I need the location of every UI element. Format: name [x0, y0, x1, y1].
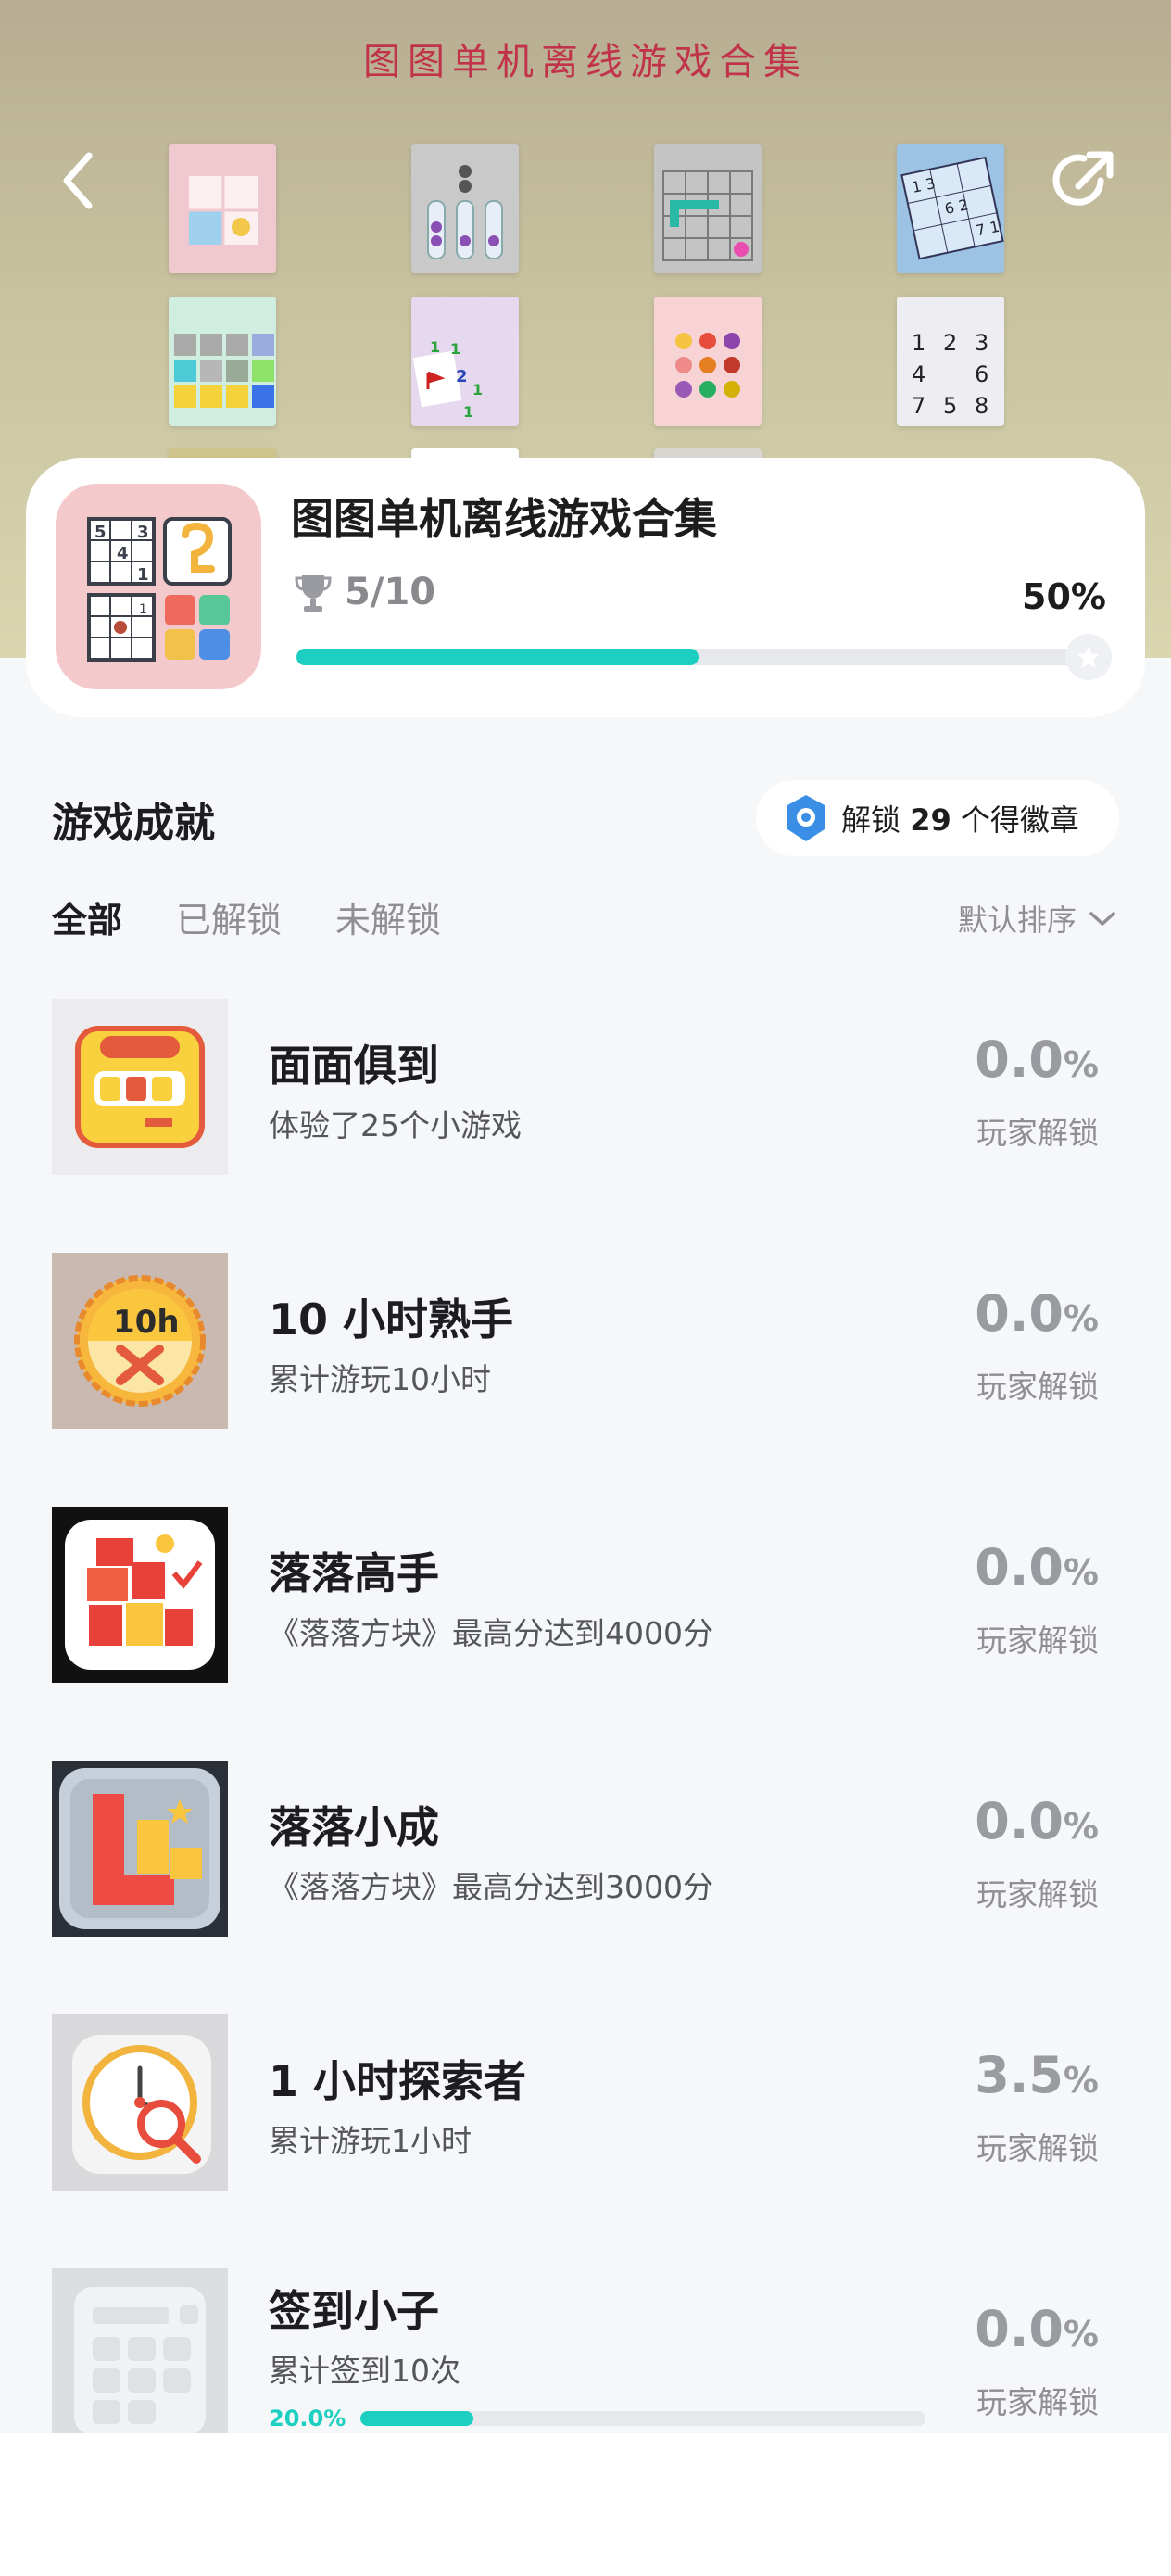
badge-icon	[787, 795, 825, 841]
unlock-rate-label: 玩家解锁	[976, 1623, 1099, 1659]
back-button[interactable]	[37, 139, 120, 222]
unlock-rate-label: 玩家解锁	[976, 1115, 1099, 1151]
achievement-item[interactable]: 1 小时探索者 累计游玩1小时 3.5% 玩家解锁	[0, 2014, 1171, 2200]
svg-text:5: 5	[94, 523, 107, 542]
tab-unlocked[interactable]: 已解锁	[176, 891, 282, 942]
unlock-rate: 0.0%	[975, 1792, 1099, 1850]
unlock-rate-label: 玩家解锁	[976, 2130, 1099, 2166]
ten-hours-badge-icon: 10h	[52, 1253, 228, 1429]
share-icon	[1052, 151, 1114, 206]
achievement-counter: 5/10	[295, 571, 435, 613]
achievement-title: 面面俱到	[269, 1041, 439, 1091]
thumbnail-number-puzzle: 1 2 3 4 6 7 5 8	[897, 297, 1004, 426]
svg-text:7: 7	[912, 393, 925, 419]
achievement-title: 落落高手	[269, 1548, 439, 1598]
filter-tabs: 全部 已解锁 未解锁	[52, 891, 495, 942]
achievement-item[interactable]: 10h 10 小时熟手 累计游玩10小时 0.0% 玩家解锁	[0, 1253, 1171, 1438]
svg-text:6: 6	[975, 361, 988, 387]
thumbnail-minesweeper: 1 1 2 1 1	[411, 297, 519, 426]
trophy-icon	[295, 575, 332, 612]
svg-text:3: 3	[137, 523, 149, 542]
bottom-area	[0, 2433, 1171, 2576]
star-icon	[1077, 646, 1100, 668]
thumbnail-slide-puzzle	[169, 144, 276, 273]
achievement-item[interactable]: 面面俱到 体验了25个小游戏 0.0% 玩家解锁	[0, 999, 1171, 1184]
svg-text:4: 4	[912, 361, 925, 387]
all-rounder-badge-icon	[52, 999, 228, 1175]
chevron-left-icon	[63, 152, 93, 209]
svg-text:2: 2	[943, 330, 957, 356]
svg-text:5: 5	[943, 393, 957, 419]
thumbnail-pipe-puzzle	[654, 144, 762, 273]
banner-title: 图图单机离线游戏合集	[363, 41, 808, 83]
unlock-rate-label: 玩家解锁	[976, 1876, 1099, 1913]
achievement-title: 签到小子	[269, 2286, 439, 2336]
tab-all[interactable]: 全部	[52, 891, 122, 942]
unlock-rate-label: 玩家解锁	[976, 1369, 1099, 1405]
achievement-item[interactable]: 落落小成 《落落方块》最高分达到3000分 0.0% 玩家解锁	[0, 1761, 1171, 1946]
svg-text:1: 1	[139, 602, 147, 617]
progress-goal-marker	[1065, 634, 1112, 680]
svg-text:1: 1	[450, 340, 460, 358]
completion-progress-bar	[296, 634, 1112, 680]
unlock-rate: 0.0%	[975, 1284, 1099, 1343]
achievement-desc: 《落落方块》最高分达到3000分	[269, 1869, 713, 1905]
blocks-master-icon	[52, 1507, 228, 1683]
achievement-title: 10 小时熟手	[269, 1294, 514, 1345]
calendar-checkin-icon	[52, 2268, 228, 2433]
unlock-rate-label: 玩家解锁	[976, 2384, 1099, 2420]
svg-text:1: 1	[430, 338, 440, 356]
thumbnail-sudoku-blue: 1 3 6 2 7 1	[897, 144, 1004, 273]
completion-progress-fill	[296, 649, 699, 665]
unlock-rate: 0.0%	[975, 1030, 1099, 1089]
svg-text:8: 8	[975, 393, 988, 419]
svg-text:10h: 10h	[113, 1304, 180, 1341]
achievement-desc: 累计游玩1小时	[269, 2123, 472, 2159]
tab-locked[interactable]: 未解锁	[335, 891, 441, 942]
share-button[interactable]	[1042, 139, 1126, 222]
achievement-item[interactable]: 落落高手 《落落方块》最高分达到4000分 0.0% 玩家解锁	[0, 1507, 1171, 1692]
svg-text:1: 1	[137, 565, 149, 585]
achievement-progress-fill	[360, 2411, 474, 2426]
unlock-rate: 0.0%	[975, 1538, 1099, 1597]
app-title: 图图单机离线游戏合集	[291, 494, 717, 544]
badge-unlock-text: 解锁 29 个得徽章	[841, 802, 1079, 838]
svg-text:4: 4	[117, 544, 129, 563]
completion-percent: 50%	[1022, 576, 1106, 617]
achievement-desc: 累计游玩10小时	[269, 1361, 491, 1397]
app-icon: 5 3 4 1 1	[56, 484, 261, 689]
sort-dropdown[interactable]: 默认排序	[958, 897, 1119, 940]
svg-text:3: 3	[975, 330, 988, 356]
svg-text:2: 2	[456, 367, 468, 386]
achievement-desc: 累计签到10次	[269, 2353, 460, 2389]
achievement-title: 落落小成	[269, 1802, 439, 1852]
thumbnail-color-grid	[169, 297, 276, 426]
achievement-progress-track	[360, 2411, 926, 2426]
achievement-desc: 《落落方块》最高分达到4000分	[269, 1615, 713, 1651]
game-summary-card: 5 3 4 1 1 图图单机离线游戏合集 5/10 50%	[26, 458, 1145, 717]
achievement-progress: 20.0%	[269, 2406, 926, 2431]
svg-text:1: 1	[463, 403, 473, 421]
thumbnail-ball-sort	[411, 144, 519, 273]
blocks-beginner-icon	[52, 1761, 228, 1937]
achievement-progress-label: 20.0%	[269, 2406, 346, 2431]
sort-label: 默认排序	[957, 903, 1077, 938]
section-title: 游戏成就	[52, 800, 215, 847]
chevron-down-icon	[1089, 912, 1115, 926]
achievement-count: 5/10	[345, 571, 436, 613]
achievement-title: 1 小时探索者	[269, 2056, 527, 2106]
svg-text:1: 1	[472, 381, 483, 398]
achievement-desc: 体验了25个小游戏	[269, 1107, 522, 1143]
thumbnail-fruit-match	[654, 297, 762, 426]
unlock-rate: 3.5%	[975, 2046, 1099, 2104]
unlock-rate: 0.0%	[975, 2300, 1099, 2358]
svg-text:1: 1	[912, 330, 925, 356]
achievement-item[interactable]: 签到小子 累计签到10次 20.0% 0.0% 玩家解锁	[0, 2268, 1171, 2454]
badge-unlock-button[interactable]: 解锁 29 个得徽章	[756, 780, 1119, 856]
clock-search-icon	[52, 2014, 228, 2191]
